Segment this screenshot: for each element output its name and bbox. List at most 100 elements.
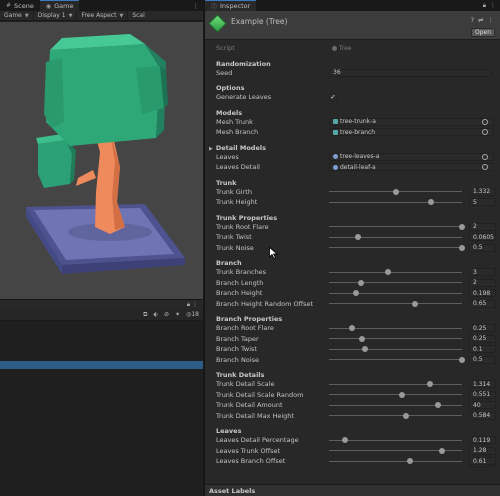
slider-thumb[interactable] [403,412,410,419]
branch-length-slider[interactable] [329,279,462,287]
slider-thumb[interactable] [435,402,442,409]
settings-sliders-icon[interactable]: ⇌ [478,16,483,24]
leaves-detail-percentage-slider[interactable] [329,436,462,444]
more-menu-icon[interactable]: ⋮ [189,0,204,11]
slider-thumb[interactable] [355,234,362,241]
trunk-branches-slider[interactable] [329,268,462,276]
branch-noise-slider[interactable] [329,356,465,364]
branch-noise-value-field[interactable]: 0.5 [469,355,496,364]
filter-icon[interactable]: ⧉ [143,311,147,319]
leaves-detail-row: Leaves Detail detail-leaf-a [205,162,500,173]
leaves-trunk-offset-slider[interactable] [329,447,462,455]
branch-length-value-field[interactable]: 2 [469,278,496,287]
more-menu-icon[interactable]: ⋮ [488,16,495,24]
trunk-detail-amount-value-field[interactable]: 40 [469,401,496,410]
scale-slider[interactable]: Scal [128,11,148,20]
object-picker-icon[interactable] [482,118,488,125]
branch-twist-value-field[interactable]: 0.1 [469,345,496,354]
slider-thumb[interactable] [361,346,368,353]
trunk-branches-value-field[interactable]: 3 [469,268,496,277]
branch-twist-slider[interactable] [329,345,462,353]
slider-thumb[interactable] [392,188,399,195]
trunk-noise-slider[interactable] [329,244,465,252]
slider-thumb[interactable] [399,391,406,398]
branch-height-slider[interactable] [329,289,462,297]
more-menu-icon[interactable]: ⋮ [192,301,198,308]
trunk-twist-value-field[interactable]: 0.0605 [469,233,496,242]
trunk-detail-scale-value-field[interactable]: 1.314 [469,380,496,389]
trunk-detail-scale-random-value-field[interactable]: 0.551 [469,390,496,399]
section-detail-models[interactable]: ▶ Detail Models 1 [205,141,500,467]
leaves-branch-offset-value-field[interactable]: 0.61 [469,457,496,466]
tab-scene[interactable]: # Scene [0,0,40,11]
leaves-detail-label: Leaves Detail [216,163,260,172]
trunk-detail-scale-slider[interactable] [329,380,462,388]
slider-thumb[interactable] [459,223,465,230]
slider-thumb[interactable] [357,279,364,286]
mesh-trunk-field[interactable]: tree-trunk-a [329,117,494,126]
tab-game[interactable]: ◉ Game [39,0,80,11]
object-picker-icon[interactable] [482,129,488,136]
trunk-twist-slider[interactable] [329,233,462,241]
slider-thumb[interactable] [439,447,446,454]
branch-height-random-offset-row: Branch Height Random Offset 0.65 [205,299,500,310]
selected-row[interactable] [0,361,203,369]
game-viewport[interactable] [0,22,203,299]
slider-thumb[interactable] [407,458,414,465]
branch-taper-slider[interactable] [329,335,462,343]
open-button[interactable]: Open [471,28,495,37]
branch-height-random-offset-slider[interactable] [329,300,462,308]
asset-labels-header[interactable]: Asset Labels [205,484,500,496]
branch-height-random-offset-value-field[interactable]: 0.65 [469,299,496,308]
more-menu-icon[interactable]: ⋮ [490,2,496,9]
object-picker-icon[interactable] [482,164,488,171]
slider-thumb[interactable] [459,244,465,251]
seed-input[interactable]: 36 [329,68,492,77]
slider-thumb[interactable] [341,437,348,444]
lock-icon[interactable]: 🔒︎ [187,301,190,309]
visibility-icon[interactable]: ⊘ [164,311,169,318]
aspect-dropdown[interactable]: Free Aspect ▼ [77,11,129,20]
tag-icon[interactable]: ⬖ [153,311,158,318]
display-dropdown[interactable]: Display 1 ▼ [34,11,78,20]
tab-inspector[interactable]: ⓘ Inspector [205,0,257,11]
branch-taper-value-field[interactable]: 0.25 [469,334,496,343]
branch-root-flare-value-field[interactable]: 0.25 [469,324,496,333]
slider-thumb[interactable] [459,356,465,363]
star-icon[interactable]: ✶ [175,311,180,318]
leaves-detail-percentage-value-field[interactable]: 0.119 [469,436,496,445]
trunk-noise-value-field[interactable]: 0.5 [469,243,496,252]
generate-leaves-checkbox[interactable]: ✓ [329,93,337,102]
slider-thumb[interactable] [384,269,391,276]
trunk-detail-scale-random-slider[interactable] [329,391,462,399]
slider-thumb[interactable] [348,325,355,332]
slider-thumb[interactable] [352,290,359,297]
mesh-branch-field[interactable]: tree-branch [329,128,494,137]
branch-height-value-field[interactable]: 0.198 [469,289,496,298]
slider-thumb[interactable] [359,335,366,342]
trunk-detail-max-height-slider[interactable] [329,412,462,420]
slider-thumb[interactable] [412,300,419,307]
trunk-girth-value-field[interactable]: 1.332 [469,187,496,196]
leaves-branch-offset-slider[interactable] [329,457,462,465]
branch-root-flare-slider[interactable] [329,324,462,332]
trunk-height-slider[interactable] [329,198,462,206]
help-icon[interactable]: ? [471,16,474,24]
trunk-height-value-field[interactable]: 5 [469,198,496,207]
slider-track [329,247,462,249]
leaves-trunk-offset-value-field[interactable]: 1.28 [469,446,496,455]
object-picker-icon[interactable] [482,153,488,160]
leaves-field[interactable]: tree-leaves-a [329,152,494,161]
lock-icon[interactable]: 🔒︎ [483,2,486,10]
slider-thumb[interactable] [428,199,435,206]
trunk-detail-amount-slider[interactable] [329,401,462,409]
trunk-root-flare-slider[interactable] [329,223,465,231]
view-mode-dropdown[interactable]: Game ▼ [0,11,34,20]
game-window-tabbar: # Scene ◉ Game ⋮ [0,0,203,11]
trunk-girth-slider[interactable] [329,188,462,196]
leaves-detail-field[interactable]: detail-leaf-a [329,163,494,172]
trunk-detail-max-height-value-field[interactable]: 0.584 [469,411,496,420]
trunk-root-flare-value-field[interactable]: 2 [469,222,496,231]
slider-thumb[interactable] [427,381,434,388]
display-value: Display 1 [37,12,66,19]
